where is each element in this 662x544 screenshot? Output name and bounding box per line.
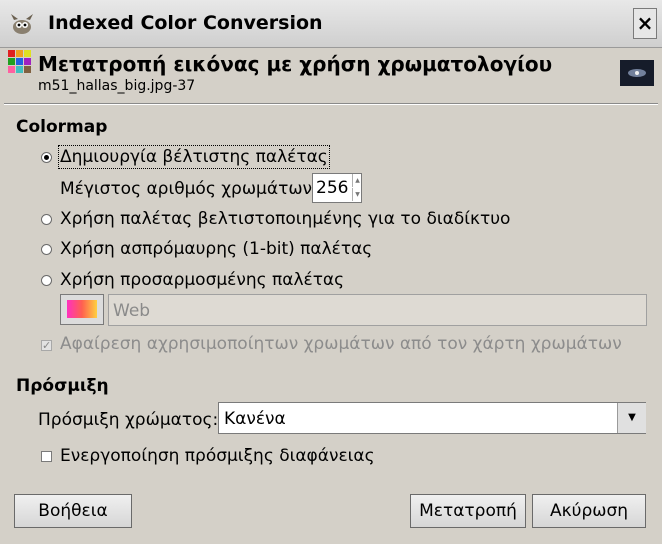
transparency-dither-label[interactable]: Ενεργοποίηση πρόσμιξης διαφάνειας	[60, 446, 375, 466]
dithering-heading: Πρόσμιξη	[16, 376, 109, 396]
convert-button[interactable]: Μετατροπή	[410, 494, 526, 528]
window-title: Indexed Color Conversion	[48, 12, 323, 34]
radio-bw-palette[interactable]	[41, 244, 52, 255]
label-custom-palette[interactable]: Χρήση προσαρμοσμένης παλέτας	[60, 270, 344, 290]
close-button[interactable]: ×	[633, 8, 657, 39]
indexed-palette-icon	[8, 50, 31, 73]
image-thumbnail	[620, 60, 654, 86]
max-colors-value: 256	[316, 178, 349, 198]
image-name: m51_hallas_big.jpg-37	[38, 78, 196, 94]
radio-web-palette[interactable]	[41, 214, 52, 225]
label-web-palette[interactable]: Χρήση παλέτας βελτιστοποιημένης για το δ…	[60, 209, 510, 229]
colormap-heading: Colormap	[16, 117, 108, 137]
label-bw-palette[interactable]: Χρήση ασπρόμαυρης (1-bit) παλέτας	[60, 239, 372, 259]
dropdown-arrow-icon[interactable]: ▼	[617, 403, 646, 433]
cancel-button[interactable]: Ακύρωση	[532, 494, 646, 528]
color-dither-value: Κανένα	[224, 409, 286, 429]
color-dither-dropdown[interactable]: Κανένα ▼	[218, 402, 646, 434]
palette-swatch-icon	[67, 300, 97, 318]
palette-select-button[interactable]	[60, 294, 104, 325]
remove-unused-label: Αφαίρεση αχρησιμοποίητων χρωμάτων από το…	[60, 334, 622, 354]
label-optimal-palette[interactable]: Δημιουργία βέλτιστης παλέτας	[58, 145, 330, 169]
title-bar: Indexed Color Conversion ×	[0, 0, 662, 48]
gimp-icon	[11, 14, 33, 34]
radio-custom-palette[interactable]	[41, 275, 52, 286]
dialog-heading: Μετατροπή εικόνας με χρήση χρωματολογίου	[38, 52, 553, 76]
transparency-dither-checkbox[interactable]	[41, 451, 52, 462]
spin-up-icon[interactable]: ▲	[352, 174, 362, 187]
radio-optimal-palette[interactable]	[41, 152, 52, 163]
custom-palette-field[interactable]: Web	[108, 294, 647, 326]
spin-down-icon[interactable]: ▼	[352, 188, 362, 201]
help-button[interactable]: Βοήθεια	[14, 494, 132, 528]
max-colors-label: Μέγιστος αριθμός χρωμάτων:	[60, 179, 318, 199]
max-colors-spinbutton[interactable]: 256 ▲ ▼	[312, 173, 362, 203]
color-dither-label: Πρόσμιξη χρώματος:	[38, 410, 219, 430]
header-separator	[4, 103, 658, 105]
remove-unused-checkbox[interactable]: ✓	[41, 340, 52, 351]
